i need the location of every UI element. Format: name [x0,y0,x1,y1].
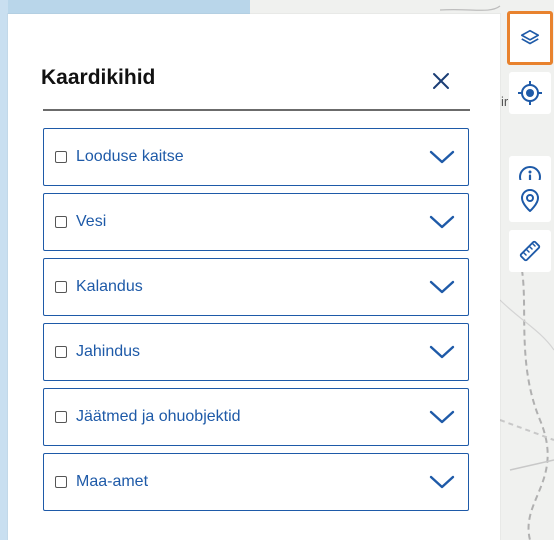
layer-item-vesi[interactable]: Vesi [43,193,469,251]
layers-icon [520,29,540,45]
ruler-icon [519,240,541,262]
layer-checkbox[interactable] [55,346,67,358]
map-layers-panel: Kaardikihid Looduse kaitse Vesi Kalandus [8,14,500,540]
layer-item-jahindus[interactable]: Jahindus [43,323,469,381]
header-divider [43,109,470,111]
locate-button[interactable] [509,72,551,114]
layer-label: Vesi [76,213,107,230]
location-pin-icon [521,189,539,212]
chevron-down-icon[interactable] [428,147,456,167]
locate-icon [518,81,542,105]
layer-label: Maa-amet [76,473,149,490]
layer-checkbox[interactable] [55,411,67,423]
layer-checkbox[interactable] [55,281,67,293]
close-button[interactable] [426,66,456,96]
layer-item-maa-amet[interactable]: Maa-amet [43,453,469,511]
layer-checkbox[interactable] [55,476,67,488]
chevron-down-icon[interactable] [428,472,456,492]
layers-button[interactable] [507,11,553,65]
chevron-down-icon[interactable] [428,342,456,362]
layer-item-kalandus[interactable]: Kalandus [43,258,469,316]
layer-item-looduse-kaitse[interactable]: Looduse kaitse [43,128,469,186]
layer-label: Looduse kaitse [76,148,184,165]
layer-checkbox[interactable] [55,216,67,228]
layer-label: Jäätmed ja ohuobjektid [76,408,241,425]
layer-list: Looduse kaitse Vesi Kalandus Jahindus Jä… [43,128,469,518]
layer-checkbox[interactable] [55,151,67,163]
chevron-down-icon[interactable] [428,277,456,297]
layer-label: Kalandus [76,278,143,295]
close-icon [433,73,449,89]
location-pin-button-visible[interactable] [509,180,551,222]
ruler-button[interactable] [509,230,551,272]
map-edge-text: ir [501,94,509,109]
chevron-down-icon[interactable] [428,212,456,232]
chevron-down-icon[interactable] [428,407,456,427]
panel-title: Kaardikihid [41,66,156,89]
layer-item-jaatmed-ja-ohuobjektid[interactable]: Jäätmed ja ohuobjektid [43,388,469,446]
layer-label: Jahindus [76,343,141,360]
